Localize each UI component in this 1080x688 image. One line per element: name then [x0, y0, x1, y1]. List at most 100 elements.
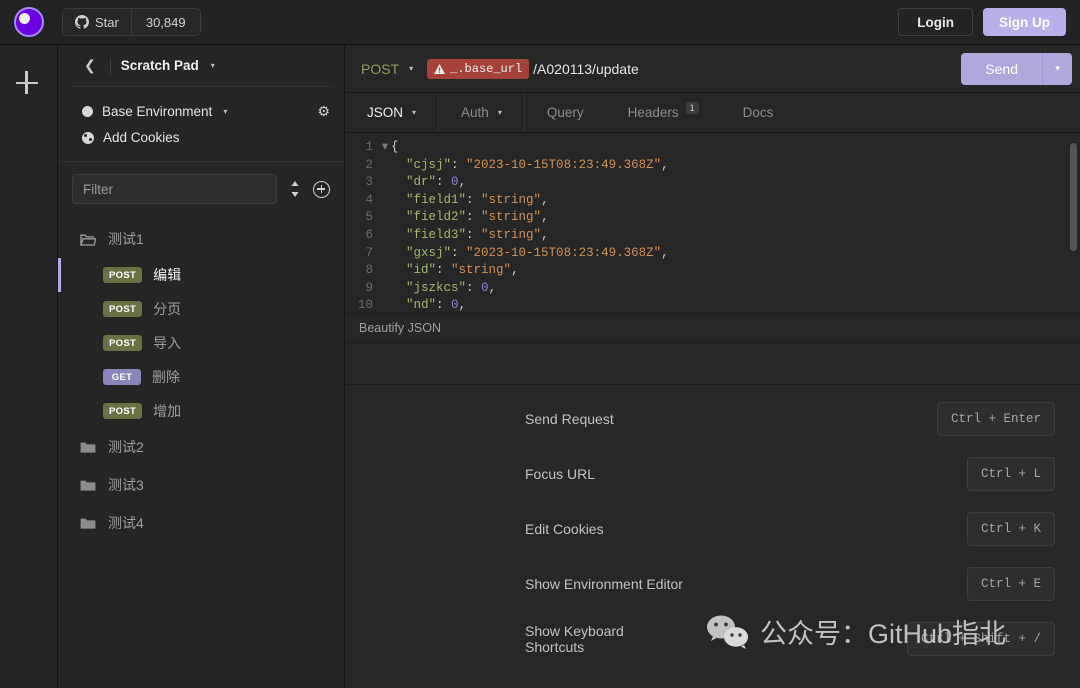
- shortcut-label: Focus URL: [525, 465, 596, 482]
- sort-icon[interactable]: [289, 181, 301, 197]
- chevron-down-icon[interactable]: ▾: [211, 61, 215, 70]
- gear-icon[interactable]: ⚙: [317, 103, 330, 120]
- beautify-json-link[interactable]: Beautify JSON: [345, 313, 1080, 343]
- chevron-left-icon[interactable]: ❮: [80, 57, 100, 74]
- folder-item[interactable]: 测试1: [58, 220, 344, 258]
- chevron-down-icon: ▾: [412, 108, 417, 117]
- request-label: 增加: [153, 403, 182, 419]
- tab-headers[interactable]: Headers 1: [606, 93, 721, 132]
- request-item-edit[interactable]: POST 编辑: [58, 258, 344, 292]
- headers-count-badge: 1: [685, 102, 699, 114]
- fold-toggle-icon: [379, 192, 391, 210]
- sidebar: ❮ Scratch Pad ▾ Base Environment ▾ ⚙ Add…: [58, 45, 345, 688]
- request-label: 分页: [153, 301, 182, 317]
- github-star-left[interactable]: Star: [63, 9, 131, 35]
- folder-label: 测试1: [108, 231, 144, 247]
- insomnia-logo: [14, 7, 44, 37]
- cookie-icon: [82, 131, 94, 144]
- tab-label: Auth: [461, 105, 489, 120]
- folder-label: 测试4: [108, 515, 144, 531]
- warning-triangle-icon: [434, 63, 446, 74]
- request-item-add[interactable]: POST 增加: [58, 394, 344, 428]
- editor-line: 9 "jszkcs": 0,: [345, 280, 1080, 298]
- method-badge: POST: [103, 267, 143, 283]
- sidebar-header: ❮ Scratch Pad ▾: [68, 45, 334, 87]
- tab-query[interactable]: Query: [525, 93, 606, 132]
- divider: [109, 57, 111, 74]
- fold-toggle-icon: [379, 280, 391, 298]
- method-selector[interactable]: POST ▾: [345, 61, 427, 77]
- folder-icon: [80, 442, 96, 453]
- editor-line: 2 "cjsj": "2023-10-15T08:23:49.368Z",: [345, 157, 1080, 175]
- request-item-paging[interactable]: POST 分页: [58, 292, 344, 326]
- line-number: 2: [365, 157, 373, 172]
- request-item-delete[interactable]: GET 删除: [58, 360, 344, 394]
- send-button[interactable]: Send: [961, 53, 1042, 85]
- editor-line: 8 "id": "string",: [345, 262, 1080, 280]
- login-button[interactable]: Login: [898, 8, 973, 36]
- line-code: "field2": "string",: [406, 210, 549, 225]
- folder-item[interactable]: 测试2: [58, 428, 344, 466]
- line-number: 10: [357, 298, 373, 313]
- line-number: 1: [365, 140, 373, 154]
- fold-toggle-icon: [379, 245, 391, 263]
- folder-item[interactable]: 测试4: [58, 504, 344, 542]
- line-number: 4: [365, 192, 373, 207]
- request-item-import[interactable]: POST 导入: [58, 326, 344, 360]
- editor-line: 10 "nd": 0,: [345, 297, 1080, 313]
- shortcut-label: Show Keyboard Shortcuts: [525, 622, 624, 655]
- method-label: POST: [361, 60, 400, 77]
- send-options-caret-icon[interactable]: ▾: [1042, 52, 1072, 85]
- plus-circle-icon[interactable]: [313, 180, 330, 198]
- signup-button[interactable]: Sign Up: [983, 8, 1066, 36]
- editor-line: 4 "field1": "string",: [345, 192, 1080, 210]
- shortcut-keys: Ctrl + K: [966, 511, 1055, 546]
- top-bar-actions: Login Sign Up: [898, 8, 1080, 36]
- chevron-down-icon: ▾: [223, 107, 228, 116]
- line-code: "field1": "string",: [406, 192, 549, 207]
- line-code: "jszkcs": 0,: [406, 280, 497, 295]
- line-code: {: [391, 140, 399, 154]
- url-bar: POST ▾ _.base_url /A020113/update Send ▾: [345, 45, 1080, 93]
- filter-input[interactable]: [72, 174, 277, 204]
- json-body-editor[interactable]: 1 ▾{2 "cjsj": "2023-10-15T08:23:49.368Z",…: [345, 133, 1080, 313]
- request-tabs: JSON ▾ Auth ▾ Query Headers 1 Docs: [345, 93, 1080, 133]
- line-code: "nd": 0,: [406, 298, 467, 313]
- add-cookies-button[interactable]: Add Cookies: [58, 124, 344, 157]
- line-number: 3: [365, 175, 373, 190]
- line-code: "field3": "string",: [406, 227, 549, 242]
- environment-selector[interactable]: Base Environment ▾ ⚙: [58, 99, 344, 124]
- tab-label: JSON: [367, 105, 404, 120]
- tab-auth[interactable]: Auth ▾: [439, 93, 525, 132]
- editor-line: 1 ▾{: [345, 139, 1080, 157]
- workspace-title[interactable]: Scratch Pad: [121, 58, 199, 73]
- folder-item[interactable]: 测试3: [58, 466, 344, 504]
- request-tree: 测试1 POST 编辑 POST 分页 POST 导入 GET 删除 POST …: [58, 216, 344, 688]
- editor-line: 6 "field3": "string",: [345, 227, 1080, 245]
- shortcut-label: Edit Cookies: [525, 520, 604, 537]
- app-body: ❮ Scratch Pad ▾ Base Environment ▾ ⚙ Add…: [0, 45, 1080, 688]
- response-placeholder: [345, 343, 1080, 385]
- github-star-count: 30,849: [130, 9, 200, 35]
- fold-toggle-icon: [379, 157, 391, 175]
- folder-label: 测试2: [108, 439, 144, 455]
- editor-line: 5 "field2": "string",: [345, 209, 1080, 227]
- line-code: "cjsj": "2023-10-15T08:23:49.368Z",: [406, 157, 669, 172]
- request-label: 删除: [152, 369, 180, 385]
- shortcut-row: Focus URL Ctrl + L: [345, 446, 1080, 501]
- request-pane: POST ▾ _.base_url /A020113/update Send ▾: [345, 45, 1080, 688]
- line-number: 7: [365, 245, 373, 260]
- app-logo-wrap: [0, 7, 58, 37]
- plus-icon[interactable]: [15, 70, 42, 96]
- tab-json[interactable]: JSON ▾: [345, 93, 440, 132]
- editor-scrollbar[interactable]: [1070, 143, 1077, 251]
- fold-toggle-icon[interactable]: ▾: [379, 139, 391, 157]
- url-input[interactable]: _.base_url /A020113/update: [427, 58, 961, 79]
- send-button-group: Send ▾: [961, 52, 1072, 85]
- top-bar: Star 30,849 Login Sign Up: [0, 0, 1080, 45]
- shortcut-keys: Ctrl + Enter: [936, 401, 1055, 436]
- fold-toggle-icon: [379, 227, 391, 245]
- env-variable-chip[interactable]: _.base_url: [427, 58, 530, 79]
- tab-docs[interactable]: Docs: [721, 93, 796, 132]
- github-star-button[interactable]: Star 30,849: [62, 8, 201, 36]
